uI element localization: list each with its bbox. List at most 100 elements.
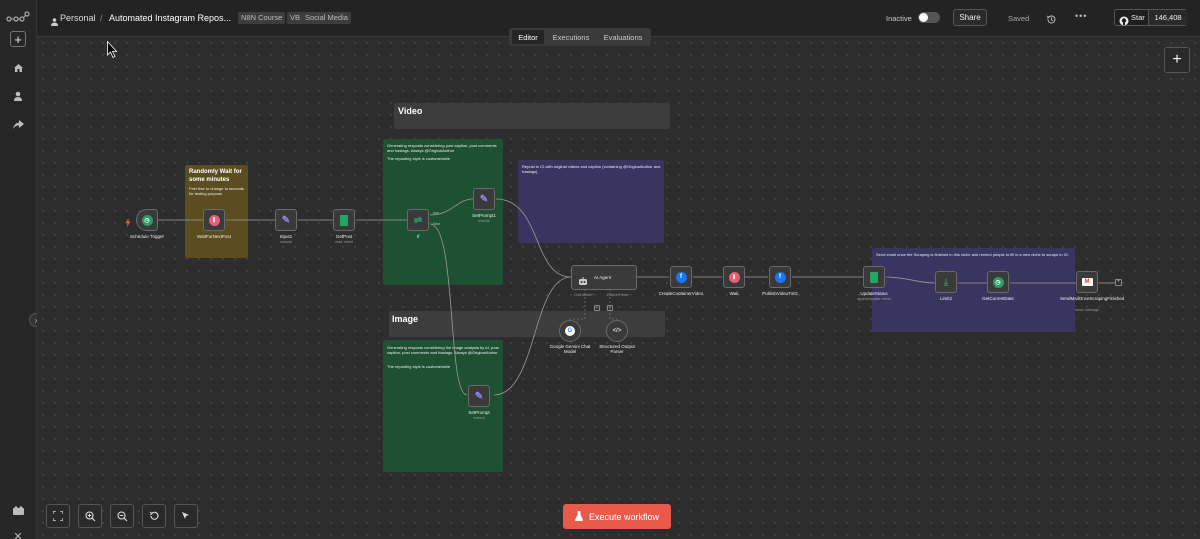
- node-date-label: GetCurrentDate: [982, 296, 1014, 301]
- node-schedule-label: Schedule Trigger: [129, 234, 165, 239]
- node-setprompt-label: SetPrompt: [468, 410, 490, 415]
- node-setprompt1[interactable]: ✎: [473, 188, 495, 210]
- undo-icon: [149, 511, 159, 520]
- tag-vb[interactable]: VB: [287, 12, 304, 24]
- tab-executions[interactable]: Executions: [546, 30, 596, 44]
- workflow-canvas[interactable]: Video Image Randomly Wait for some minut…: [37, 37, 1200, 539]
- node-wait-next-post[interactable]: Ⅱ: [203, 209, 225, 231]
- tag-social-media[interactable]: Social Media: [302, 12, 351, 24]
- pause-icon: Ⅱ: [728, 271, 740, 283]
- connection-if-setprompt: [429, 223, 468, 396]
- select-tool-button[interactable]: [174, 504, 198, 528]
- more-options-icon[interactable]: •••: [1075, 11, 1087, 21]
- node-update-status[interactable]: [863, 266, 885, 288]
- add-tool-icon[interactable]: +: [594, 305, 600, 311]
- share-arrow-icon[interactable]: [8, 114, 28, 134]
- node-update-label: UpdateStatus: [860, 291, 888, 296]
- node-agent-label: AI Agent: [594, 275, 612, 280]
- add-memory-icon[interactable]: +: [607, 305, 613, 311]
- pause-icon: Ⅱ: [208, 214, 220, 226]
- node-parser[interactable]: </>: [606, 320, 628, 342]
- if-false-label: false: [433, 222, 441, 226]
- tag-n8n-course[interactable]: N8N Course: [238, 12, 286, 24]
- facebook-icon: f: [675, 271, 687, 283]
- node-gemini-label: Google Gemini Chat Model: [549, 344, 591, 354]
- node-update-sub: append/update: sheet: [857, 297, 891, 301]
- agent-output-parser-label: Output Parser: [607, 293, 629, 297]
- add-node-button[interactable]: +: [1164, 47, 1190, 73]
- node-getpost-sub: read: sheet: [335, 240, 353, 244]
- node-wait-next-label: WaitForNextPost: [197, 234, 231, 239]
- node-if-label: If: [416, 234, 420, 239]
- user-icon[interactable]: [8, 86, 28, 106]
- node-setprompt[interactable]: ✎: [468, 385, 490, 407]
- active-toggle[interactable]: [918, 12, 940, 23]
- if-true-label: true: [433, 211, 440, 215]
- mouse-cursor-icon: [107, 40, 118, 59]
- zoom-out-button[interactable]: [110, 504, 134, 528]
- node-parser-label: Structured Output Parser: [599, 344, 635, 354]
- left-sidebar: + › ✕: [0, 0, 43, 539]
- cursor-icon: [182, 512, 189, 519]
- history-icon[interactable]: [1046, 12, 1057, 24]
- node-if[interactable]: ⇌: [407, 209, 429, 231]
- zoom-to-fit-button[interactable]: [46, 504, 70, 528]
- node-gemini[interactable]: G: [559, 320, 581, 342]
- saved-status: Saved: [1008, 14, 1030, 23]
- node-schedule-trigger[interactable]: ◷: [136, 209, 158, 231]
- trigger-bolt-icon: [125, 214, 131, 227]
- node-getpost-label: GetPost: [335, 234, 353, 239]
- workflow-name[interactable]: Automated Instagram Repos...: [109, 13, 231, 23]
- node-create-container[interactable]: f: [670, 266, 692, 288]
- connection-update-limit: [885, 276, 936, 284]
- node-input1-label: Input1: [279, 234, 293, 239]
- star-count: 146,408: [1148, 10, 1187, 25]
- zoom-out-icon: [116, 510, 127, 521]
- execute-workflow-button[interactable]: Execute workflow: [563, 504, 671, 529]
- node-limit-label: Limit2: [939, 296, 952, 301]
- node-wait[interactable]: Ⅱ: [723, 266, 745, 288]
- github-star-button[interactable]: Star 146,408: [1114, 9, 1187, 26]
- google-icon: G: [565, 326, 575, 336]
- view-tabs: Editor Executions Evaluations: [509, 28, 651, 46]
- pencil-icon: ✎: [474, 390, 484, 402]
- n8n-logo-icon[interactable]: [5, 7, 31, 27]
- pencil-icon: ✎: [479, 193, 489, 205]
- node-getpost[interactable]: [333, 209, 355, 231]
- limit-icon: ⤓: [944, 276, 948, 287]
- github-icon: [1119, 13, 1129, 26]
- breadcrumb-separator: /: [100, 13, 103, 23]
- agent-chat-model-label: Chat Model*: [574, 293, 594, 297]
- zoom-in-button[interactable]: [78, 504, 102, 528]
- node-ai-agent[interactable]: AI Agent: [571, 265, 637, 290]
- reset-zoom-button[interactable]: [142, 504, 166, 528]
- node-setprompt1-label: SetPrompt1: [472, 213, 496, 218]
- node-setprompt1-sub: manual: [478, 219, 490, 223]
- branch-icon: ⇌: [413, 214, 423, 226]
- node-input1[interactable]: ✎: [275, 209, 297, 231]
- node-container-label: CreateContainerVideo: [658, 291, 704, 296]
- tab-evaluations[interactable]: Evaluations: [598, 30, 648, 44]
- add-next-node-icon[interactable]: +: [1115, 279, 1122, 286]
- flask-icon: [574, 510, 583, 523]
- tab-editor[interactable]: Editor: [512, 30, 544, 44]
- toggle-knob: [919, 13, 928, 22]
- node-limit[interactable]: ⤓: [935, 271, 957, 293]
- breadcrumb-project[interactable]: Personal: [60, 13, 96, 23]
- node-setprompt-sub: manual: [473, 416, 485, 420]
- home-icon[interactable]: [8, 58, 28, 78]
- node-mail-label: SendMailOnceScrapingFinished: [1060, 296, 1125, 301]
- gmail-icon: M: [1081, 278, 1093, 286]
- facebook-icon: f: [774, 271, 786, 283]
- share-button[interactable]: Share: [953, 9, 987, 26]
- add-icon[interactable]: +: [10, 31, 26, 47]
- node-input1-sub: manual: [280, 240, 292, 244]
- robot-icon: [578, 273, 588, 285]
- app-window: + › ✕ Personal / Automated Instagram Rep…: [0, 0, 1200, 539]
- node-send-mail[interactable]: M: [1076, 271, 1098, 293]
- node-current-date[interactable]: ◷: [987, 271, 1009, 293]
- templates-icon[interactable]: [8, 500, 28, 520]
- node-publish[interactable]: f: [769, 266, 791, 288]
- person-icon: [51, 13, 58, 26]
- close-x-icon[interactable]: ✕: [8, 526, 28, 539]
